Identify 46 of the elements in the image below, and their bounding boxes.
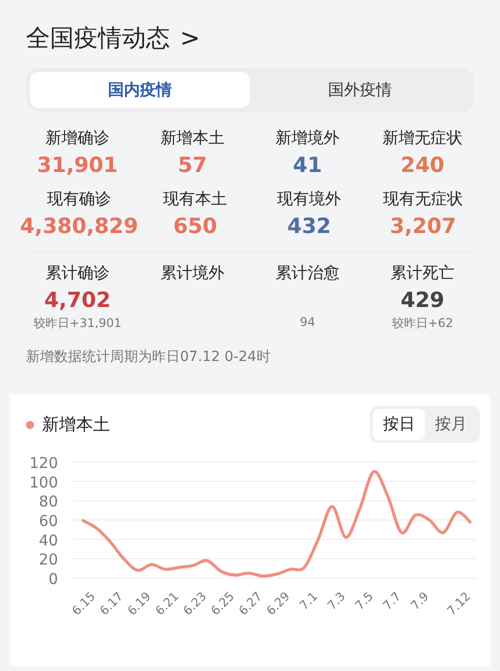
page-title: 全国疫情动态	[26, 23, 170, 54]
y-tick-label: 100	[29, 473, 58, 492]
toggle-button[interactable]: 按日	[373, 409, 425, 440]
stat-value: 57	[178, 153, 208, 177]
x-tick-label: 7.5	[352, 589, 376, 613]
y-tick-label: 80	[38, 492, 58, 511]
x-tick-label: 7.7	[380, 589, 404, 613]
tab[interactable]: 国外疫情	[250, 72, 470, 108]
stat-label: 现有无症状	[383, 189, 464, 210]
x-tick-label: 7.9	[408, 589, 432, 613]
y-tick-label: 0	[48, 570, 58, 588]
stat-label: 累计死亡	[390, 263, 454, 284]
chevron-icon[interactable]: >	[180, 24, 200, 52]
stat-label: 现有本土	[163, 189, 228, 210]
legend-label: 新增本土	[42, 414, 110, 436]
stat-value: 41	[292, 153, 322, 177]
stat-value: 4,380,829	[20, 214, 138, 238]
note-text: 新增数据统计周期为昨日07.12 0-24时	[25, 348, 272, 367]
stat-value: 240	[400, 153, 444, 177]
stat-value: 650	[173, 214, 218, 238]
stat-delta: 94	[300, 315, 316, 329]
stat-delta: 较昨日+62	[392, 315, 454, 332]
legend-dot	[26, 420, 34, 428]
stat-label: 现有确诊	[47, 189, 112, 210]
y-tick-label: 60	[38, 512, 58, 530]
y-tick-label: 40	[38, 531, 58, 550]
stat-value: 432	[287, 214, 332, 238]
stat-delta: 较昨日+31,901	[33, 315, 122, 332]
tab[interactable]: 国内疫情	[30, 72, 250, 108]
stat-label: 新增确诊	[46, 128, 110, 149]
stat-label: 现有境外	[277, 189, 342, 210]
stat-label: 新增境外	[276, 128, 340, 149]
y-tick-label: 120	[29, 457, 58, 472]
stat-value: 4,702	[44, 288, 111, 312]
stat-label: 新增无症状	[382, 128, 462, 149]
stat-label: 累计确诊	[46, 263, 110, 284]
x-tick-label: 7.3	[324, 589, 348, 613]
stat-label: 累计治愈	[276, 263, 340, 284]
stat-value: 429	[400, 288, 444, 312]
stat-value: 3,207	[390, 214, 456, 238]
y-tick-label: 20	[38, 550, 58, 569]
stat-label: 累计境外	[160, 263, 224, 284]
stat-label: 新增本土	[160, 128, 224, 149]
x-tick-label: 7.1	[296, 589, 320, 613]
toggle-button[interactable]: 按月	[425, 409, 477, 440]
stat-value: 31,901	[36, 153, 118, 177]
